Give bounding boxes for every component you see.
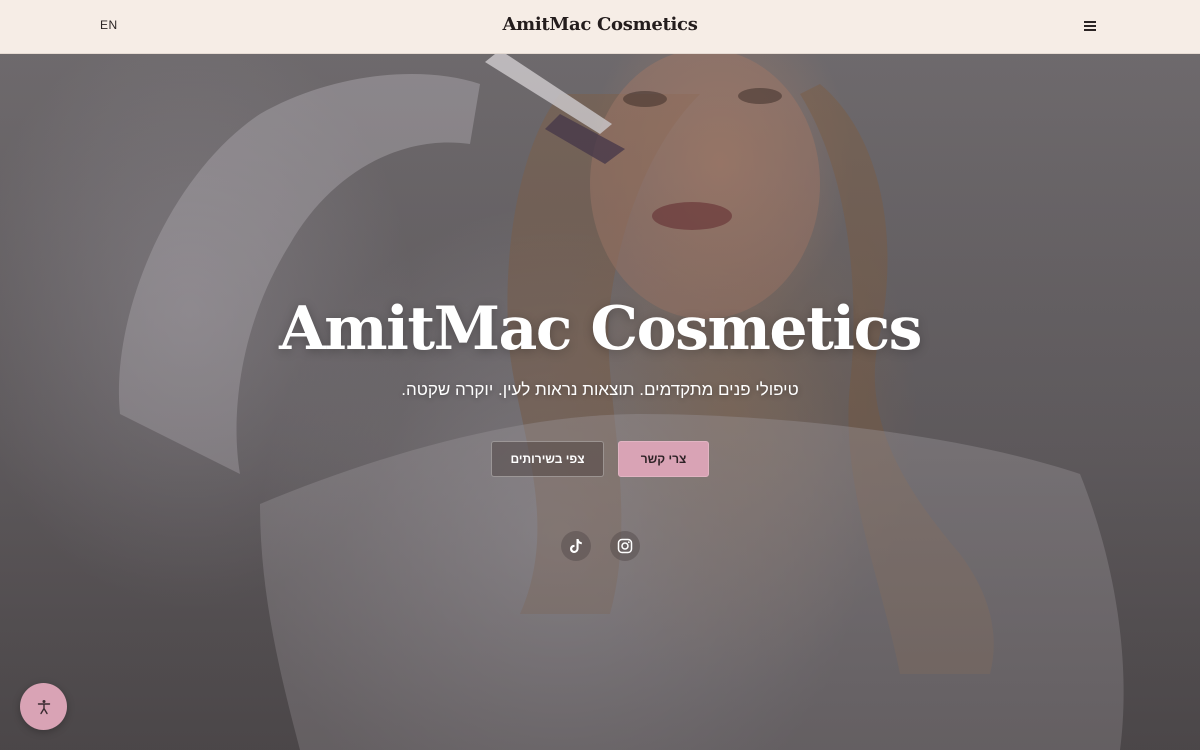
page: EN AmitMac Cosmetics AmitMac Cosmetics ט… (0, 0, 1200, 750)
hamburger-menu-icon[interactable] (1084, 21, 1096, 32)
hero-title: AmitMac Cosmetics (279, 294, 922, 364)
instagram-link[interactable] (610, 531, 640, 561)
accessibility-icon (37, 699, 50, 714)
instagram-icon (617, 538, 633, 554)
tiktok-link[interactable] (561, 531, 591, 561)
accessibility-button[interactable] (20, 683, 67, 730)
hero-subtitle: טיפולי פנים מתקדמים. תוצאות נראות לעין. … (401, 380, 799, 399)
contact-button[interactable]: צרי קשר (618, 441, 709, 477)
brand-logo[interactable]: AmitMac Cosmetics (0, 14, 1200, 35)
view-services-button[interactable]: צפי בשירותים (491, 441, 604, 477)
tiktok-icon (570, 539, 582, 553)
hero-overlay (0, 54, 1200, 750)
hero-section: AmitMac Cosmetics טיפולי פנים מתקדמים. ת… (0, 54, 1200, 750)
site-header: EN AmitMac Cosmetics (0, 0, 1200, 54)
